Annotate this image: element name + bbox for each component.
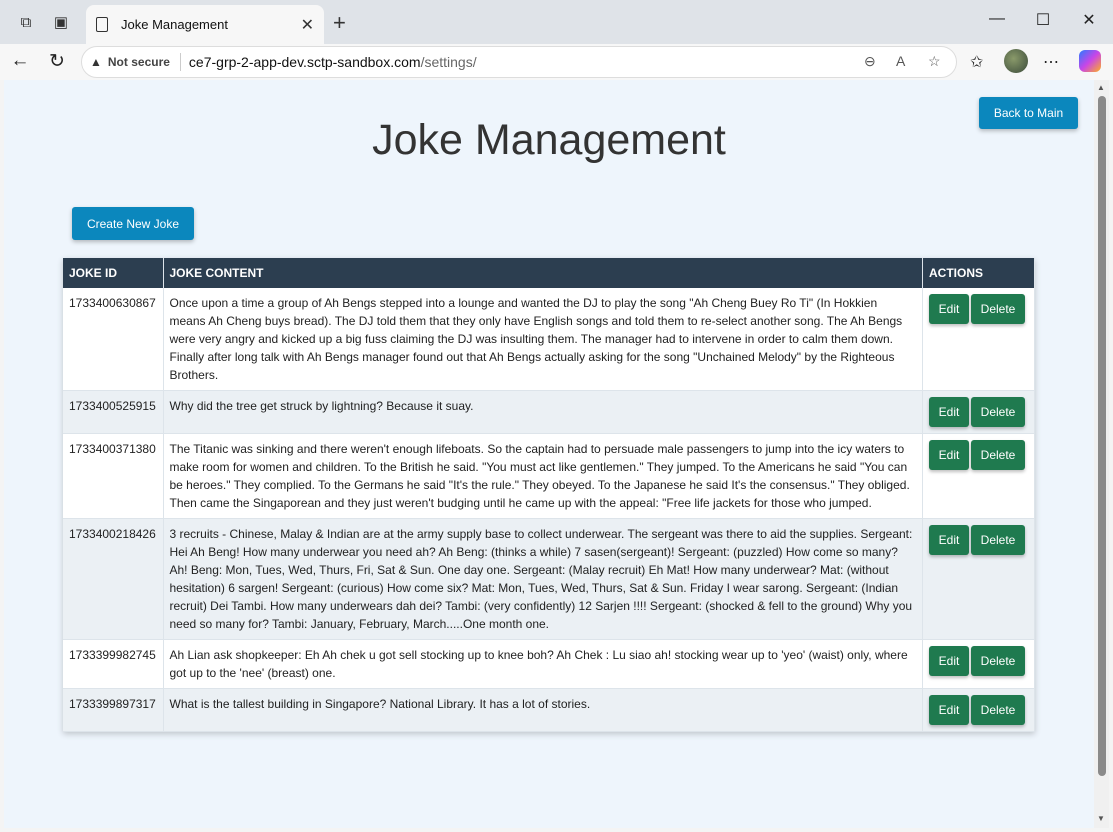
joke-id-cell: 1733400630867: [63, 288, 164, 391]
joke-id-cell: 1733400371380: [63, 433, 164, 519]
back-arrow-icon[interactable]: ←: [8, 50, 32, 72]
favorite-star-icon[interactable]: ☆: [928, 53, 941, 70]
delete-button[interactable]: Delete: [971, 440, 1025, 470]
joke-content-cell: The Titanic was sinking and there weren'…: [163, 433, 923, 519]
maximize-icon[interactable]: ☐: [1033, 10, 1053, 30]
joke-id-cell: 1733399897317: [63, 688, 164, 732]
delete-button[interactable]: Delete: [971, 525, 1025, 555]
warning-icon: ▲: [90, 55, 102, 69]
table-row: 1733399897317 What is the tallest buildi…: [63, 688, 1035, 732]
edit-button[interactable]: Edit: [929, 397, 969, 427]
more-options-icon[interactable]: ⋯: [1043, 52, 1059, 72]
scroll-down-icon[interactable]: ▼: [1097, 814, 1105, 823]
tab-title: Joke Management: [121, 17, 228, 32]
browser-toolbar: ← ↻ ▲ Not secure ce7-grp-2-app-dev.sctp-…: [0, 44, 1113, 80]
page-title: Joke Management: [372, 116, 726, 164]
edit-button[interactable]: Edit: [929, 695, 969, 725]
table-header-row: JOKE ID JOKE CONTENT ACTIONS: [63, 258, 1035, 288]
url-path: /settings/: [420, 54, 477, 70]
header-joke-content: JOKE CONTENT: [163, 258, 923, 288]
joke-id-cell: 1733400218426: [63, 518, 164, 640]
joke-id-cell: 1733399982745: [63, 639, 164, 689]
page-scrollbar[interactable]: ▲ ▼: [1094, 80, 1109, 828]
close-window-icon[interactable]: ✕: [1079, 10, 1099, 30]
joke-content-cell: Ah Lian ask shopkeeper: Eh Ah chek u got…: [163, 639, 923, 689]
joke-content-cell: 3 recruits - Chinese, Malay & Indian are…: [163, 518, 923, 640]
page-icon: [96, 17, 108, 32]
joke-content-cell: What is the tallest building in Singapor…: [163, 688, 923, 732]
url-host: ce7-grp-2-app-dev.sctp-sandbox.com: [188, 54, 421, 70]
actions-cell: Edit Delete: [922, 288, 1035, 391]
joke-content-cell: Why did the tree get struck by lightning…: [163, 390, 923, 434]
delete-button[interactable]: Delete: [971, 397, 1025, 427]
page-content: Back to Main Joke Management Create New …: [4, 80, 1094, 828]
table-row: 1733400630867 Once upon a time a group o…: [63, 288, 1035, 391]
table-row: 1733400218426 3 recruits - Chinese, Mala…: [63, 518, 1035, 640]
close-tab-icon[interactable]: ✕: [301, 15, 314, 35]
edit-button[interactable]: Edit: [929, 525, 969, 555]
header-actions: ACTIONS: [922, 258, 1035, 288]
actions-cell: Edit Delete: [922, 518, 1035, 640]
delete-button[interactable]: Delete: [971, 646, 1025, 676]
zoom-out-icon[interactable]: ⊖: [864, 53, 876, 70]
scroll-up-icon[interactable]: ▲: [1097, 83, 1105, 92]
header-joke-id: JOKE ID: [63, 258, 164, 288]
workspaces-icon[interactable]: ⧉: [16, 12, 36, 32]
actions-cell: Edit Delete: [922, 688, 1035, 732]
favorites-icon[interactable]: ✩: [970, 52, 983, 72]
delete-button[interactable]: Delete: [971, 294, 1025, 324]
browser-titlebar: ⧉ ▣ Joke Management ✕ + — ☐ ✕: [0, 0, 1113, 44]
table-row: 1733400525915 Why did the tree get struc…: [63, 390, 1035, 434]
security-label[interactable]: Not secure: [108, 55, 170, 69]
read-aloud-icon[interactable]: A: [896, 53, 905, 69]
profile-avatar[interactable]: [1004, 49, 1028, 73]
joke-content-cell: Once upon a time a group of Ah Bengs ste…: [163, 288, 923, 391]
edit-button[interactable]: Edit: [929, 440, 969, 470]
refresh-icon[interactable]: ↻: [45, 50, 69, 73]
edit-button[interactable]: Edit: [929, 294, 969, 324]
jokes-table: JOKE ID JOKE CONTENT ACTIONS 17334006308…: [63, 258, 1035, 732]
actions-cell: Edit Delete: [922, 639, 1035, 689]
create-new-joke-button[interactable]: Create New Joke: [72, 207, 194, 240]
actions-cell: Edit Delete: [922, 390, 1035, 434]
address-bar[interactable]: ▲ Not secure ce7-grp-2-app-dev.sctp-sand…: [81, 46, 957, 78]
minimize-icon[interactable]: —: [987, 10, 1007, 28]
actions-cell: Edit Delete: [922, 433, 1035, 519]
vertical-tabs-icon[interactable]: ▣: [51, 12, 71, 32]
edit-button[interactable]: Edit: [929, 646, 969, 676]
copilot-icon[interactable]: [1079, 50, 1101, 72]
joke-id-cell: 1733400525915: [63, 390, 164, 434]
table-row: 1733400371380 The Titanic was sinking an…: [63, 433, 1035, 519]
table-row: 1733399982745 Ah Lian ask shopkeeper: Eh…: [63, 639, 1035, 689]
browser-tab[interactable]: Joke Management ✕: [86, 5, 324, 44]
delete-button[interactable]: Delete: [971, 695, 1025, 725]
scroll-thumb[interactable]: [1098, 96, 1106, 776]
new-tab-icon[interactable]: +: [333, 10, 346, 36]
divider: [179, 53, 181, 71]
